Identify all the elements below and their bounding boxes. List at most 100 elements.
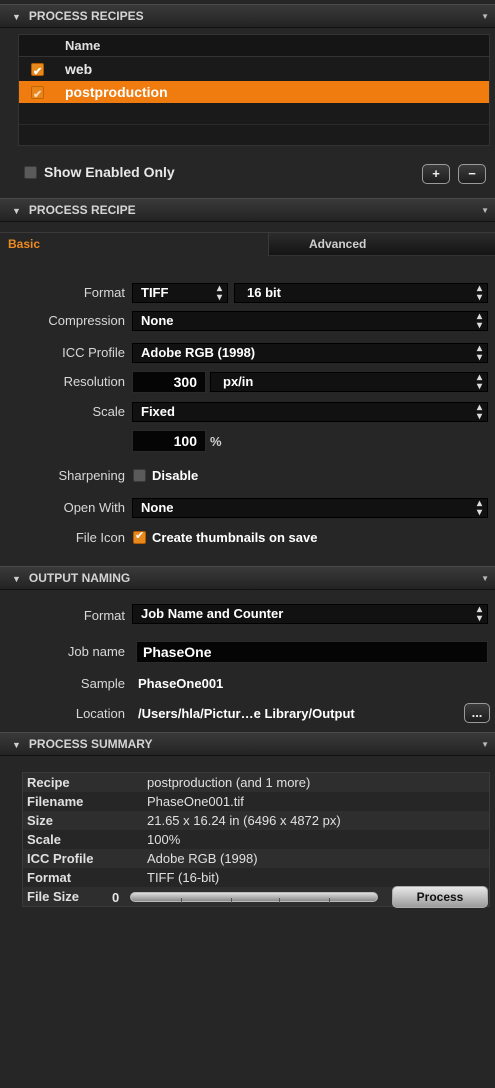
tab-advanced[interactable]: Advanced xyxy=(268,232,495,256)
table-row: Recipe postproduction (and 1 more) xyxy=(23,773,489,792)
format-popup[interactable]: TIFF ▴ ▾ xyxy=(132,283,228,303)
section-title: PROCESS RECIPES xyxy=(28,9,144,23)
icc-profile-label: ICC Profile xyxy=(62,345,125,360)
sample-label: Sample xyxy=(80,676,125,691)
resolution-input[interactable]: 300 xyxy=(132,371,206,393)
popup-arrows-icon: ▴ ▾ xyxy=(476,402,482,422)
recipe-name: postproduction xyxy=(65,84,168,100)
summary-value: Adobe RGB (1998) xyxy=(147,851,258,866)
naming-format-popup[interactable]: Job Name and Counter ▴ ▾ xyxy=(132,604,488,624)
icc-profile-popup[interactable]: Adobe RGB (1998) ▴ ▾ xyxy=(132,343,488,363)
progress-tick xyxy=(231,898,232,903)
section-title: PROCESS RECIPE xyxy=(28,203,136,217)
create-thumbnails-label: Create thumbnails on save xyxy=(152,530,318,545)
popup-arrows-icon: ▴ ▾ xyxy=(476,498,482,518)
open-with-popup[interactable]: None ▴ ▾ xyxy=(132,498,488,518)
format-label: Format xyxy=(83,285,125,300)
scale-label: Scale xyxy=(92,404,125,419)
show-enabled-only-label: Show Enabled Only xyxy=(44,164,175,180)
scale-value: Fixed xyxy=(141,404,175,419)
job-name-label: Job name xyxy=(67,644,125,659)
progress-tick xyxy=(181,898,182,903)
naming-format-value: Job Name and Counter xyxy=(141,606,284,621)
file-icon-label: File Icon xyxy=(75,530,125,545)
section-header-output-naming[interactable]: ▼ OUTPUT NAMING ▼ xyxy=(0,566,495,590)
table-row: Size 21.65 x 16.24 in (6496 x 4872 px) xyxy=(23,811,489,830)
compression-value: None xyxy=(141,313,174,328)
section-header-process-recipes[interactable]: ▼ PROCESS RECIPES ▼ xyxy=(0,4,495,28)
list-divider xyxy=(19,124,489,125)
sharpening-checkbox[interactable] xyxy=(133,469,146,482)
column-header-name[interactable]: Name xyxy=(19,35,489,57)
table-row: ICC Profile Adobe RGB (1998) xyxy=(23,849,489,868)
list-item-postproduction[interactable]: postproduction xyxy=(19,81,489,106)
compression-popup[interactable]: None ▴ ▾ xyxy=(132,311,488,331)
disclosure-triangle-icon[interactable]: ▼ xyxy=(12,568,21,590)
process-button[interactable]: Process xyxy=(392,886,488,908)
remove-recipe-button[interactable]: − xyxy=(458,164,486,184)
section-title: PROCESS SUMMARY xyxy=(28,737,153,751)
location-value: /Users/hla/Pictur…e Library/Output xyxy=(138,706,355,721)
create-thumbnails-checkbox[interactable] xyxy=(133,529,146,544)
enabled-checkbox[interactable] xyxy=(31,84,44,106)
format-value: TIFF xyxy=(141,285,169,300)
resolution-label: Resolution xyxy=(63,374,125,389)
list-item-web[interactable]: web xyxy=(19,58,489,83)
queue-count: 0 xyxy=(112,890,120,905)
recipe-name: web xyxy=(65,61,93,77)
scale-popup[interactable]: Fixed ▴ ▾ xyxy=(132,402,488,422)
show-enabled-only-checkbox[interactable] xyxy=(24,166,37,179)
panel-menu-icon[interactable]: ▼ xyxy=(481,568,489,590)
summary-value: 100% xyxy=(147,832,181,847)
naming-format-label: Format xyxy=(83,608,125,623)
disclosure-triangle-icon[interactable]: ▼ xyxy=(12,734,21,756)
summary-value: 21.65 x 16.24 in (6496 x 4872 px) xyxy=(147,813,341,828)
summary-key: File Size xyxy=(27,889,80,904)
summary-key: Filename xyxy=(27,794,84,809)
open-with-label: Open With xyxy=(63,500,125,515)
popup-arrows-icon: ▴ ▾ xyxy=(476,283,482,303)
add-recipe-button[interactable]: + xyxy=(422,164,450,184)
popup-arrows-icon: ▴ ▾ xyxy=(476,311,482,331)
job-name-input[interactable]: PhaseOne xyxy=(136,641,488,663)
progress-tick xyxy=(279,898,280,903)
open-with-value: None xyxy=(141,500,174,515)
section-header-process-recipe[interactable]: ▼ PROCESS RECIPE ▼ xyxy=(0,198,495,222)
summary-key: Recipe xyxy=(27,775,70,790)
panel-menu-icon[interactable]: ▼ xyxy=(481,6,489,28)
sharpening-value: Disable xyxy=(152,468,199,483)
summary-key: Format xyxy=(27,870,72,885)
tab-basic[interactable]: Basic xyxy=(0,232,268,256)
popup-arrows-icon: ▴ ▾ xyxy=(216,283,222,303)
table-row: Format TIFF (16-bit) xyxy=(23,868,489,887)
popup-arrows-icon: ▴ ▾ xyxy=(476,343,482,363)
resolution-unit-value: px/in xyxy=(223,374,254,389)
popup-arrows-icon: ▴ ▾ xyxy=(476,372,482,392)
resolution-unit-popup[interactable]: px/in ▴ ▾ xyxy=(210,372,488,392)
bit-depth-popup[interactable]: 16 bit ▴ ▾ xyxy=(234,283,488,303)
summary-value: TIFF (16-bit) xyxy=(147,870,220,885)
popup-arrows-icon: ▴ ▾ xyxy=(476,604,482,624)
browse-location-button[interactable]: ... xyxy=(464,703,490,723)
summary-value: PhaseOne001.tif xyxy=(147,794,244,809)
summary-key: Scale xyxy=(27,832,61,847)
panel-menu-icon[interactable]: ▼ xyxy=(481,200,489,222)
process-progress-bar xyxy=(130,892,378,903)
summary-key: ICC Profile xyxy=(27,851,94,866)
recipe-list[interactable]: Name web postproduction xyxy=(18,34,490,146)
percent-unit: % xyxy=(210,434,222,449)
section-header-process-summary[interactable]: ▼ PROCESS SUMMARY ▼ xyxy=(0,732,495,756)
scale-percent-input[interactable]: 100 xyxy=(132,430,206,452)
bit-depth-value: 16 bit xyxy=(247,285,281,300)
disclosure-triangle-icon[interactable]: ▼ xyxy=(12,200,21,222)
summary-value: postproduction (and 1 more) xyxy=(147,775,311,790)
table-row: Filename PhaseOne001.tif xyxy=(23,792,489,811)
table-row: Scale 100% xyxy=(23,830,489,849)
disclosure-triangle-icon[interactable]: ▼ xyxy=(12,6,21,28)
sharpening-label: Sharpening xyxy=(58,468,126,483)
panel-menu-icon[interactable]: ▼ xyxy=(481,734,489,756)
summary-key: Size xyxy=(27,813,54,828)
section-title: OUTPUT NAMING xyxy=(28,571,131,585)
enabled-checkbox[interactable] xyxy=(31,61,44,83)
sample-value: PhaseOne001 xyxy=(138,676,224,691)
